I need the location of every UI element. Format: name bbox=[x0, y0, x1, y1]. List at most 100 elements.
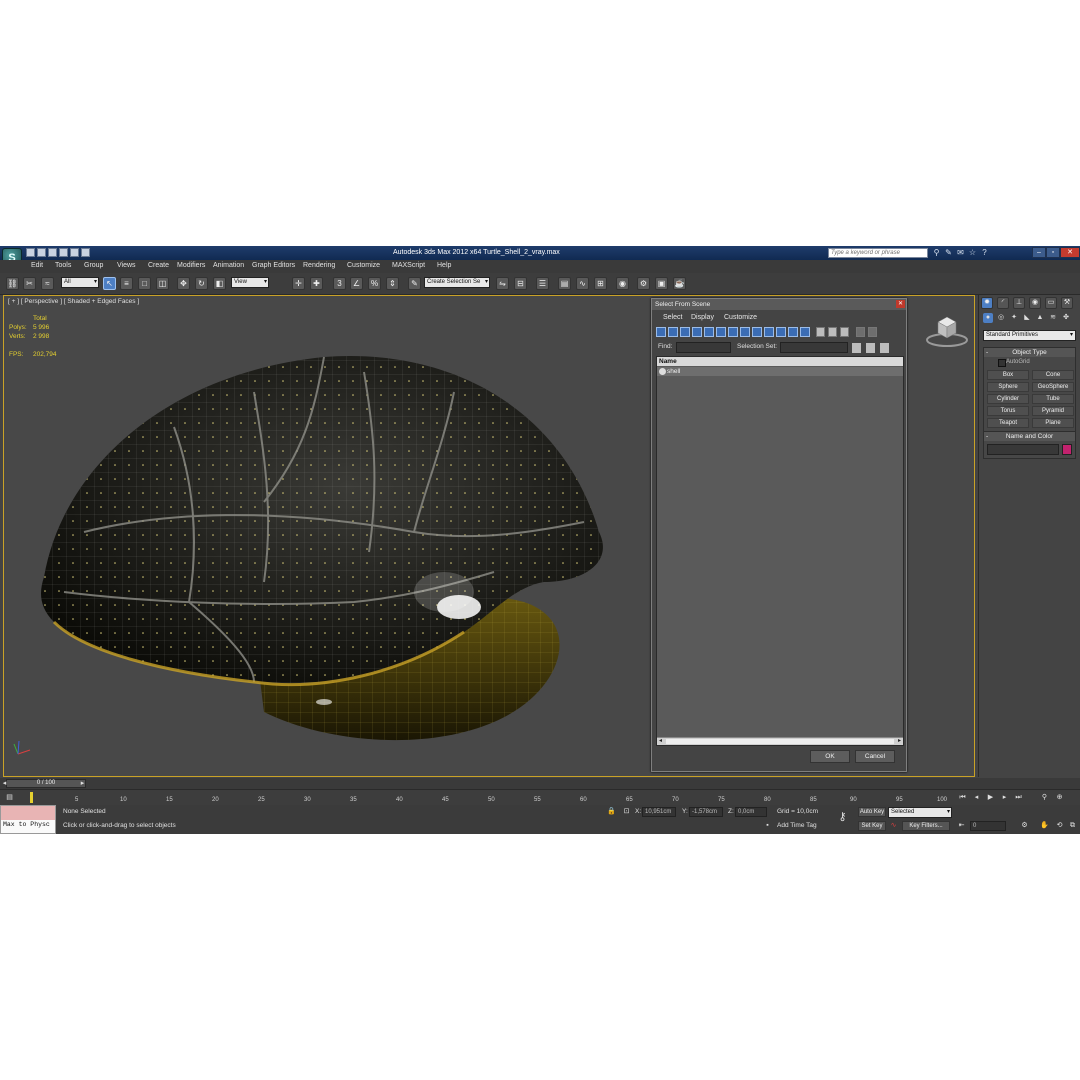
systems-icon[interactable]: ✤ bbox=[1061, 313, 1071, 323]
display-containers-icon[interactable] bbox=[764, 327, 774, 337]
turtle-shell-model[interactable] bbox=[24, 332, 644, 772]
cone-button[interactable]: Cone bbox=[1032, 370, 1074, 380]
schematic-view-icon[interactable]: ⊞ bbox=[594, 277, 607, 290]
hierarchy-tab-icon[interactable]: ⊥ bbox=[1013, 297, 1025, 309]
window-crossing-icon[interactable]: ◫ bbox=[156, 277, 169, 290]
display-all-icon[interactable] bbox=[800, 327, 810, 337]
select-all-icon[interactable] bbox=[816, 327, 825, 337]
object-name-input[interactable] bbox=[987, 444, 1060, 455]
slider-next-icon[interactable]: ▸ bbox=[78, 779, 87, 788]
selection-filter-dropdown[interactable]: All bbox=[61, 277, 99, 288]
menu-views[interactable]: Views bbox=[117, 262, 136, 269]
scroll-right-icon[interactable]: ▸ bbox=[898, 737, 901, 744]
plane-button[interactable]: Plane bbox=[1032, 418, 1074, 428]
filter-icon[interactable] bbox=[856, 327, 865, 337]
communication-icon[interactable]: ✉ bbox=[956, 248, 965, 257]
graphite-ribbon-icon[interactable]: ▤ bbox=[558, 277, 571, 290]
time-tag-icon[interactable]: ▪ bbox=[763, 821, 772, 830]
helpers-icon[interactable]: ▲ bbox=[1035, 313, 1045, 323]
key-mode-dropdown[interactable]: Selected bbox=[888, 807, 952, 818]
time-configuration-icon[interactable]: ⚙ bbox=[1020, 821, 1029, 830]
menu-group[interactable]: Group bbox=[84, 262, 103, 269]
time-slider[interactable]: 0 / 100 bbox=[6, 779, 86, 788]
box-button[interactable]: Box bbox=[987, 370, 1029, 380]
display-geometry-icon[interactable] bbox=[656, 327, 666, 337]
display-tab-icon[interactable]: ▭ bbox=[1045, 297, 1057, 309]
menu-help[interactable]: Help bbox=[437, 262, 451, 269]
select-and-move-icon[interactable]: ✥ bbox=[177, 277, 190, 290]
select-and-link-icon[interactable]: ⛓ bbox=[6, 277, 19, 290]
zoom-all-icon[interactable]: ⊕ bbox=[1055, 793, 1064, 802]
edit-named-selection-icon[interactable]: ✎ bbox=[408, 277, 421, 290]
column-header-name[interactable]: Name bbox=[657, 357, 903, 366]
menu-animation[interactable]: Animation bbox=[213, 262, 244, 269]
prev-frame-icon[interactable]: ◂ bbox=[972, 793, 981, 802]
display-cameras-icon[interactable] bbox=[692, 327, 702, 337]
orbit-icon[interactable]: ⟲ bbox=[1055, 821, 1064, 830]
find-input[interactable] bbox=[676, 342, 731, 353]
horizontal-scrollbar[interactable]: ◂ ▸ bbox=[657, 737, 903, 745]
motion-tab-icon[interactable]: ◉ bbox=[1029, 297, 1041, 309]
selection-lock-icon[interactable]: 🔒 bbox=[607, 807, 616, 816]
scroll-left-icon[interactable]: ◂ bbox=[659, 737, 662, 744]
mirror-icon[interactable]: ⇋ bbox=[496, 277, 509, 290]
redo-icon[interactable] bbox=[70, 248, 79, 257]
scene-object-list[interactable]: Name shell ◂ ▸ bbox=[656, 356, 904, 746]
add-time-tag[interactable]: Add Time Tag bbox=[777, 822, 817, 829]
slider-prev-icon[interactable]: ◂ bbox=[0, 779, 9, 788]
menu-create[interactable]: Create bbox=[148, 262, 169, 269]
close-button[interactable]: ✕ bbox=[1060, 247, 1080, 258]
scrollbar-thumb[interactable] bbox=[666, 739, 894, 744]
object-color-swatch[interactable] bbox=[1062, 444, 1072, 455]
binoculars-icon[interactable]: ⚲ bbox=[932, 248, 941, 257]
geosphere-button[interactable]: GeoSphere bbox=[1032, 382, 1074, 392]
display-space-warps-icon[interactable] bbox=[716, 327, 726, 337]
menu-graph-editors[interactable]: Graph Editors bbox=[252, 262, 295, 269]
select-none-icon[interactable] bbox=[828, 327, 837, 337]
render-production-icon[interactable]: ☕ bbox=[673, 277, 686, 290]
rendered-frame-window-icon[interactable]: ▣ bbox=[655, 277, 668, 290]
viewport-label[interactable]: [ + ] [ Perspective ] [ Shaded + Edged F… bbox=[8, 298, 139, 305]
autogrid-checkbox[interactable]: AutoGrid bbox=[984, 357, 1075, 368]
named-selection-set-dropdown[interactable]: Create Selection Se bbox=[424, 277, 490, 288]
align-icon[interactable]: ⊟ bbox=[514, 277, 527, 290]
select-and-scale-icon[interactable]: ◧ bbox=[213, 277, 226, 290]
modify-tab-icon[interactable]: ◜ bbox=[997, 297, 1009, 309]
y-coordinate-field[interactable]: -1,578cm bbox=[689, 807, 723, 817]
ok-button[interactable]: OK bbox=[810, 750, 850, 763]
dialog-menu-select[interactable]: Select bbox=[663, 314, 682, 321]
absolute-mode-icon[interactable]: ⊡ bbox=[622, 807, 631, 816]
open-file-icon[interactable] bbox=[37, 248, 46, 257]
next-frame-icon[interactable]: ▸ bbox=[1000, 793, 1009, 802]
dialog-menu-display[interactable]: Display bbox=[691, 314, 714, 321]
next-key-icon[interactable]: ⏭ bbox=[1014, 793, 1023, 802]
maximize-viewport-icon[interactable]: ⧉ bbox=[1068, 821, 1077, 830]
select-and-rotate-icon[interactable]: ↻ bbox=[195, 277, 208, 290]
key-filter-curve-icon[interactable]: ∿ bbox=[889, 821, 898, 830]
manipulate-icon[interactable]: ✚ bbox=[310, 277, 323, 290]
create-tab-icon[interactable]: ✹ bbox=[981, 297, 993, 309]
menu-maxscript[interactable]: MAXScript bbox=[392, 262, 425, 269]
minimize-button[interactable]: – bbox=[1032, 247, 1046, 258]
dialog-close-icon[interactable]: ✕ bbox=[896, 300, 905, 308]
menu-modifiers[interactable]: Modifiers bbox=[177, 262, 205, 269]
cameras-icon[interactable]: ◣ bbox=[1022, 313, 1032, 323]
curve-editor-icon[interactable]: ∿ bbox=[576, 277, 589, 290]
selection-set-dropdown[interactable] bbox=[780, 342, 848, 353]
save-file-icon[interactable] bbox=[48, 248, 57, 257]
subscription-icon[interactable]: ✎ bbox=[944, 248, 953, 257]
track-bar-menu-icon[interactable]: ▤ bbox=[5, 793, 14, 802]
display-shapes-icon[interactable] bbox=[668, 327, 678, 337]
select-object-icon[interactable]: ↖ bbox=[103, 277, 116, 290]
layer-manager-icon[interactable]: ☰ bbox=[536, 277, 549, 290]
object-type-header[interactable]: - Object Type bbox=[984, 348, 1075, 357]
help-icon[interactable]: ? bbox=[980, 248, 989, 257]
new-file-icon[interactable] bbox=[26, 248, 35, 257]
material-editor-icon[interactable]: ◉ bbox=[616, 277, 629, 290]
reference-coordinate-dropdown[interactable]: View bbox=[231, 277, 269, 288]
set-key-button[interactable]: Set Key bbox=[858, 821, 886, 831]
pyramid-button[interactable]: Pyramid bbox=[1032, 406, 1074, 416]
display-groups-icon[interactable] bbox=[728, 327, 738, 337]
restore-button[interactable]: ▫ bbox=[1046, 247, 1060, 258]
bind-space-warp-icon[interactable]: ≈ bbox=[41, 277, 54, 290]
